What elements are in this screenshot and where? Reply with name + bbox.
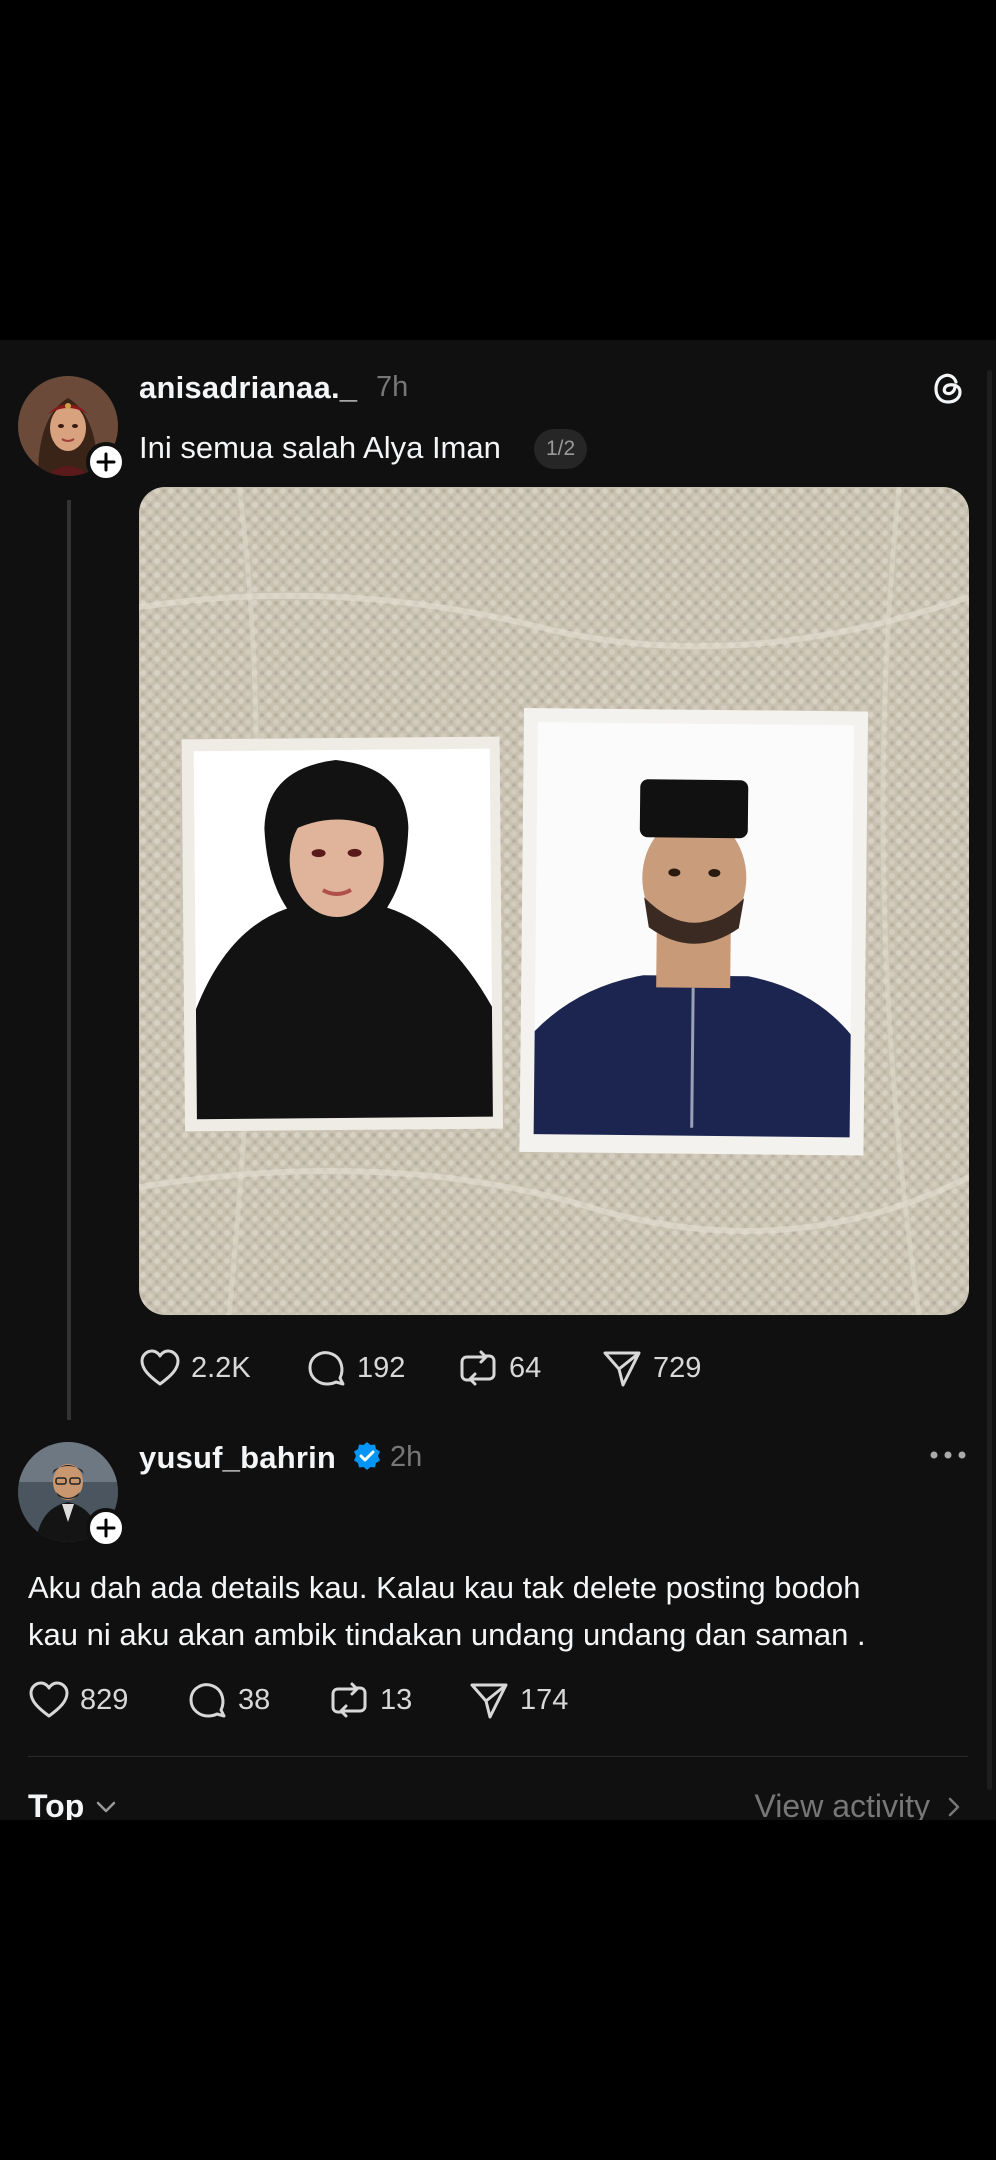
sort-dropdown[interactable]: Top <box>28 1788 120 1820</box>
view-activity-label: View activity <box>754 1788 930 1820</box>
post-username[interactable]: yusuf_bahrin <box>139 1440 336 1476</box>
chevron-down-icon <box>97 1801 116 1812</box>
heart-icon <box>29 1681 69 1718</box>
share-button[interactable]: 174 <box>468 1680 568 1720</box>
post-text-line: Aku dah ada details kau. Kalau kau tak d… <box>28 1570 861 1605</box>
post-text: Aku dah ada details kau. Kalau kau tak d… <box>28 1564 968 1658</box>
send-icon <box>603 1351 641 1387</box>
repost-button[interactable]: 13 <box>328 1680 412 1720</box>
threads-post-panel: anisadrianaa._ 7h Ini semua salah Alya I… <box>0 340 996 1820</box>
send-icon <box>470 1683 508 1719</box>
divider <box>28 1756 968 1757</box>
like-count: 829 <box>80 1683 129 1716</box>
like-button[interactable]: 829 <box>28 1680 128 1720</box>
repost-count: 13 <box>380 1683 413 1716</box>
threads-logo-icon[interactable] <box>928 368 968 408</box>
post-time: 2h <box>390 1441 423 1473</box>
heart-icon <box>140 1349 180 1386</box>
post-photo[interactable] <box>139 487 969 1315</box>
post-text: Ini semua salah Alya Iman <box>139 430 501 465</box>
repost-icon <box>460 1350 496 1386</box>
reply-count: 38 <box>238 1683 271 1716</box>
share-button[interactable]: 729 <box>601 1348 701 1388</box>
post-actions: 2.2K 192 64 729 <box>139 1348 839 1392</box>
post-time: 7h <box>376 371 409 403</box>
share-count: 729 <box>653 1351 702 1384</box>
follow-plus-icon[interactable] <box>86 1508 126 1548</box>
comment-icon <box>189 1683 226 1718</box>
view-activity-link[interactable]: View activity <box>755 1788 968 1820</box>
like-count: 2.2K <box>191 1351 251 1384</box>
repost-button[interactable]: 64 <box>457 1348 541 1388</box>
share-count: 174 <box>520 1683 569 1716</box>
reply-count: 192 <box>357 1351 406 1384</box>
repost-count: 64 <box>509 1351 542 1384</box>
comment-icon <box>308 1351 345 1386</box>
media-counter-badge: 1/2 <box>534 429 588 469</box>
verified-badge-icon <box>351 1440 383 1472</box>
repost-icon <box>331 1682 367 1718</box>
post-actions: 829 38 13 174 <box>28 1680 728 1724</box>
post-text-line: kau ni aku akan ambik tindakan undang un… <box>28 1617 866 1652</box>
follow-plus-icon[interactable] <box>86 442 126 482</box>
sort-label: Top <box>28 1788 85 1820</box>
reply-button[interactable]: 38 <box>186 1680 270 1720</box>
chevron-right-icon <box>948 1797 960 1816</box>
scrollbar[interactable] <box>987 370 992 1790</box>
more-options-icon[interactable] <box>928 1440 968 1470</box>
reply-button[interactable]: 192 <box>305 1348 405 1388</box>
thread-line <box>67 500 71 1420</box>
post-username[interactable]: anisadrianaa._ <box>139 370 357 406</box>
like-button[interactable]: 2.2K <box>139 1348 251 1388</box>
